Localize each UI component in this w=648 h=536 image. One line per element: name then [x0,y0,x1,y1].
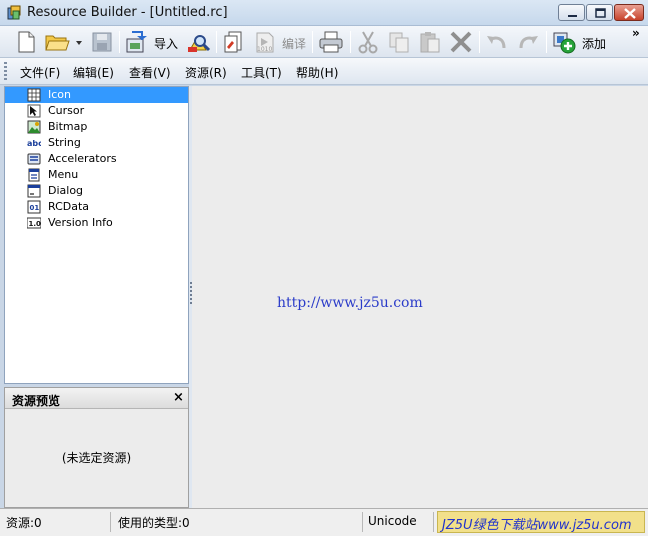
tree-item-dialog[interactable]: Dialog [5,183,188,199]
paste-icon [420,32,440,53]
tree-item-cursor[interactable]: Cursor [5,103,188,119]
tree-item-icon[interactable]: Icon [5,87,188,103]
preview-title: 资源预览 [12,394,61,408]
find-resource-icon [188,34,211,52]
tree-item-label: Accelerators [48,152,117,165]
maximize-icon [595,8,606,18]
status-bar: 资源:0 使用的类型:0 Unicode JZ5U绿色下载站www.jz5u.c… [0,508,648,536]
minimize-button[interactable] [558,4,585,21]
resource-tree[interactable]: Icon Cursor Bitmap abc String Accelerato… [4,86,189,384]
badge-text: JZ5U绿色下载站www.jz5u.com [442,518,632,533]
accelerators-resource-icon [27,153,41,165]
import-icon [126,31,147,53]
import-button[interactable]: 导入 [124,29,182,55]
resource-preview-panel: 资源预览 × (未选定资源) [4,387,189,508]
copy-icon [389,32,409,53]
delete-button[interactable] [448,29,474,55]
dialog-resource-icon [27,184,41,198]
tree-item-label: String [48,136,81,149]
tree-item-bitmap[interactable]: Bitmap [5,119,188,135]
tree-item-label: Menu [48,168,79,181]
toolbar-overflow-chevron-icon[interactable]: » [632,26,640,40]
add-label: 添加 [582,37,607,51]
close-window-button[interactable] [614,4,644,21]
tree-item-label: Dialog [48,184,84,197]
tree-item-label: Cursor [48,104,85,117]
open-folder-icon [45,35,70,51]
save-icon [92,32,112,52]
svg-text:abc: abc [27,139,41,148]
rcdata-resource-icon: 01 [27,200,41,214]
preview-empty-message: (未选定资源) [61,451,132,465]
status-resource-count: 资源:0 [6,516,42,530]
title-bar: Resource Builder - [Untitled.rc] [0,0,648,26]
svg-text:1.0: 1.0 [29,220,42,228]
menu-grip-handle[interactable] [4,62,7,80]
menu-edit[interactable]: 编辑(E) [73,64,114,81]
tree-item-version-info[interactable]: 1.0 Version Info [5,215,188,231]
import-label: 导入 [154,37,179,51]
preview-close-icon[interactable]: × [173,390,184,405]
undo-icon [487,36,506,49]
version-info-resource-icon: 1.0 [27,217,42,229]
svg-text:01: 01 [30,204,40,212]
paste-button[interactable] [417,29,443,55]
redo-icon [519,36,538,49]
compile-icon: 1010 [256,32,274,53]
cut-button[interactable] [355,29,381,55]
close-icon [624,8,636,19]
string-resource-icon: abc [27,139,41,148]
delete-x-icon [450,31,472,53]
script-button[interactable] [221,29,247,55]
tree-item-label: Icon [48,88,71,101]
tree-item-label: Bitmap [48,120,88,133]
tree-item-label: RCData [48,200,90,213]
preview-header: 资源预览 × [5,388,188,409]
save-button[interactable] [90,29,114,55]
open-folder-button[interactable] [44,29,70,55]
bitmap-resource-icon [27,120,41,134]
compile-label: 编译 [282,37,307,51]
script-file-icon [224,31,242,53]
menu-resource[interactable]: 资源(R) [185,64,227,81]
tree-item-string[interactable]: abc String [5,135,188,151]
status-types-used: 使用的类型:0 [118,516,190,530]
editor-area: http://www.jz5u.com [192,86,648,508]
tree-item-rcdata[interactable]: 01 RCData [5,199,188,215]
undo-button[interactable] [484,29,510,55]
cursor-resource-icon [27,104,41,118]
tree-item-accelerators[interactable]: Accelerators [5,151,188,167]
new-file-button[interactable] [14,29,38,55]
icon-resource-icon [27,88,41,102]
scissors-icon [358,31,378,54]
toolbar: 导入 1010 编译 添加 » [0,26,648,58]
watermark-url: http://www.jz5u.com [277,295,423,311]
menu-file[interactable]: 文件(F) [20,64,60,81]
app-icon [7,5,21,20]
compile-button[interactable]: 1010 编译 [252,29,308,55]
print-button[interactable] [317,29,345,55]
maximize-button[interactable] [586,4,613,21]
find-button[interactable] [186,29,212,55]
redo-button[interactable] [515,29,541,55]
menu-help[interactable]: 帮助(H) [296,64,338,81]
window-title: Resource Builder - [Untitled.rc] [27,5,228,20]
status-encoding: Unicode [368,514,417,528]
menu-bar: 文件(F) 编辑(E) 查看(V) 资源(R) 工具(T) 帮助(H) [0,58,648,85]
copy-button[interactable] [386,29,412,55]
status-badge: JZ5U绿色下载站www.jz5u.com [437,511,645,533]
open-dropdown-button[interactable] [74,29,84,55]
minimize-icon [568,15,577,17]
menu-tools[interactable]: 工具(T) [241,64,282,81]
menu-view[interactable]: 查看(V) [129,64,171,81]
menu-resource-icon [28,168,40,182]
add-resource-button[interactable]: 添加 [551,29,611,55]
printer-icon [319,31,343,53]
add-resource-icon [553,32,576,54]
new-file-icon [18,31,35,53]
chevron-down-icon [76,41,82,45]
tree-item-menu[interactable]: Menu [5,167,188,183]
svg-text:1010: 1010 [257,46,272,53]
tree-item-label: Version Info [48,216,113,229]
